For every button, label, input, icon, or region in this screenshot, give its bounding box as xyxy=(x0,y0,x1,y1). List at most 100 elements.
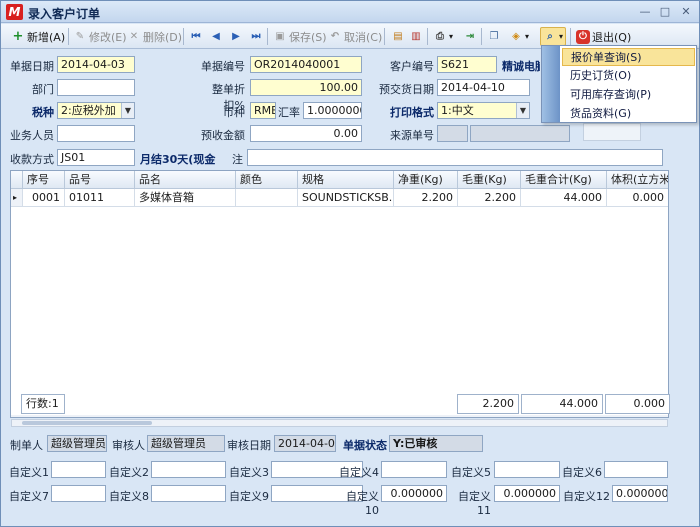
order-window: M 录入客户订单 — □ ✕ + 新增(A) ✎ 修改(E) ✕ 删除(D) ⏮… xyxy=(0,0,700,527)
menu-item-order-history[interactable]: 历史订货(O) xyxy=(562,67,695,85)
col-header-spec[interactable]: 规格 xyxy=(298,171,394,189)
tax-select[interactable]: 2:应税外加 ▼ xyxy=(57,102,135,119)
custom-label: 自定义11 xyxy=(458,490,491,517)
app-logo: M xyxy=(6,4,23,20)
custom-field[interactable] xyxy=(604,461,668,478)
copy-icon: ❐ xyxy=(489,30,499,42)
minimize-icon[interactable]: — xyxy=(637,5,653,19)
cell-code[interactable]: 01011 xyxy=(65,189,135,207)
customer-no-label: 客户编号 xyxy=(390,60,434,73)
custom-label: 自定义10 xyxy=(346,490,379,517)
staff-label: 业务人员 xyxy=(10,129,54,142)
currency-field[interactable]: RMB xyxy=(250,102,276,119)
query-icon: ⌕ xyxy=(547,30,553,42)
last-record-button[interactable]: ⏭ xyxy=(247,27,265,46)
image-placeholder xyxy=(583,123,641,141)
menu-item-quote-query[interactable]: 报价单查询(S) xyxy=(562,48,695,66)
custom-field[interactable] xyxy=(381,461,447,478)
chevron-down-icon: ▼ xyxy=(516,103,529,118)
source-no-label: 来源单号 xyxy=(390,129,434,142)
cell-seq[interactable]: 0001 xyxy=(23,189,65,207)
payment-desc: 月结30天(现金 xyxy=(140,153,216,166)
cell-name[interactable]: 多媒体音箱 xyxy=(135,189,236,207)
doc-no-label: 单据编号 xyxy=(201,60,245,73)
custom-field[interactable]: 0.000000 xyxy=(381,485,447,502)
query-dropdown-menu: 报价单查询(S) 历史订货(O) 可用库存查询(P) 货品资料(G) xyxy=(541,45,697,123)
discount-field[interactable]: 100.00 xyxy=(250,79,362,96)
cell-color[interactable] xyxy=(236,189,298,207)
folder-icon: ▤ xyxy=(393,30,403,42)
col-header-gross[interactable]: 毛重(Kg) xyxy=(458,171,521,189)
print-format-select[interactable]: 1:中文 ▼ xyxy=(437,102,530,119)
col-header-net[interactable]: 净重(Kg) xyxy=(394,171,458,189)
menu-item-product-info[interactable]: 货品资料(G) xyxy=(562,105,695,123)
col-header-name[interactable]: 品名 xyxy=(135,171,236,189)
menu-item-stock-query[interactable]: 可用库存查询(P) xyxy=(562,86,695,104)
col-header-color[interactable]: 颜色 xyxy=(236,171,298,189)
auditor-label: 审核人 xyxy=(112,439,145,452)
edit-button[interactable]: ✎ 修改(E) xyxy=(71,27,129,46)
note-field[interactable] xyxy=(247,149,663,166)
export-button[interactable]: ⇥ xyxy=(461,27,479,46)
dept-field[interactable] xyxy=(57,79,135,96)
payment-field[interactable]: JS01 xyxy=(57,149,135,166)
source-type-field[interactable] xyxy=(437,125,468,142)
delete-button[interactable]: ✕ 删除(D) xyxy=(125,27,184,46)
rate-label: 汇率 xyxy=(278,106,300,119)
customer-no-field[interactable]: S621 xyxy=(437,56,497,73)
prev-record-button[interactable]: ◀ xyxy=(207,27,225,46)
custom-label: 自定义5 xyxy=(451,466,491,479)
exit-button[interactable]: ⏻ 退出(Q) xyxy=(574,27,633,46)
note-label: 注 xyxy=(232,153,243,166)
exit-icon: ⏻ xyxy=(576,29,590,44)
tax-label: 税种 xyxy=(32,106,54,119)
horizontal-scrollbar[interactable] xyxy=(11,419,668,427)
copy-button[interactable]: ❐ xyxy=(485,27,503,46)
cell-spec[interactable]: SOUNDSTICKSB... xyxy=(298,189,394,207)
rate-field[interactable]: 1.0000000 xyxy=(303,102,362,119)
undo-icon: ↶ xyxy=(330,30,340,42)
custom-field[interactable] xyxy=(51,485,106,502)
tools-button[interactable]: ◈ ▾ xyxy=(507,27,531,46)
query-menu-button[interactable]: ⌕ ▾ xyxy=(540,27,567,46)
source-no-field[interactable] xyxy=(470,125,570,142)
custom-field[interactable]: 0.000000 xyxy=(494,485,560,502)
add-button[interactable]: + 新增(A) xyxy=(9,27,67,46)
cell-volume[interactable]: 0.000 xyxy=(607,189,668,207)
doc-no-field[interactable]: OR2014040001 xyxy=(250,56,362,73)
first-record-button[interactable]: ⏮ xyxy=(187,27,205,46)
cell-gross-total[interactable]: 44.000 xyxy=(521,189,607,207)
next-record-button[interactable]: ▶ xyxy=(227,27,245,46)
custom-field[interactable] xyxy=(494,461,560,478)
cell-gross[interactable]: 2.200 xyxy=(458,189,521,207)
attach-button[interactable]: ▥ xyxy=(407,27,425,46)
col-header-gross-total[interactable]: 毛重合计(Kg) xyxy=(521,171,607,189)
custom-field[interactable]: 0.000000 xyxy=(612,485,668,502)
bottom-panel: 制单人 超级管理员 审核人 超级管理员 审核日期 2014-04-03 单据状态… xyxy=(1,429,699,526)
auditor-field: 超级管理员 xyxy=(147,435,225,452)
delivery-date-field[interactable]: 2014-04-10 xyxy=(437,79,530,96)
col-header-seq[interactable]: 序号 xyxy=(23,171,65,189)
prepay-label: 预收金额 xyxy=(201,129,245,142)
custom-field[interactable] xyxy=(51,461,106,478)
custom-label: 自定义6 xyxy=(562,466,602,479)
cancel-button[interactable]: ↶ 取消(C) xyxy=(326,27,384,46)
close-icon[interactable]: ✕ xyxy=(678,5,694,19)
status-label: 单据状态 xyxy=(343,439,387,452)
prepay-field[interactable]: 0.00 xyxy=(250,125,362,142)
delete-icon: ✕ xyxy=(129,30,139,42)
custom-field[interactable] xyxy=(151,461,226,478)
custom-field[interactable] xyxy=(151,485,226,502)
maker-field: 超级管理员 xyxy=(47,435,107,452)
scrollbar-thumb[interactable] xyxy=(22,421,152,425)
staff-field[interactable] xyxy=(57,125,135,142)
cell-net[interactable]: 2.200 xyxy=(394,189,458,207)
col-header-code[interactable]: 品号 xyxy=(65,171,135,189)
print-button[interactable]: ⎙ ▾ xyxy=(431,27,455,46)
doc-date-field[interactable]: 2014-04-03 xyxy=(57,56,135,73)
doc-button[interactable]: ▤ xyxy=(389,27,407,46)
col-header-volume[interactable]: 体积(立方米 xyxy=(607,171,668,189)
save-button[interactable]: ▣ 保存(S) xyxy=(271,27,329,46)
last-icon: ⏭ xyxy=(251,30,261,42)
maximize-icon[interactable]: □ xyxy=(657,5,673,19)
